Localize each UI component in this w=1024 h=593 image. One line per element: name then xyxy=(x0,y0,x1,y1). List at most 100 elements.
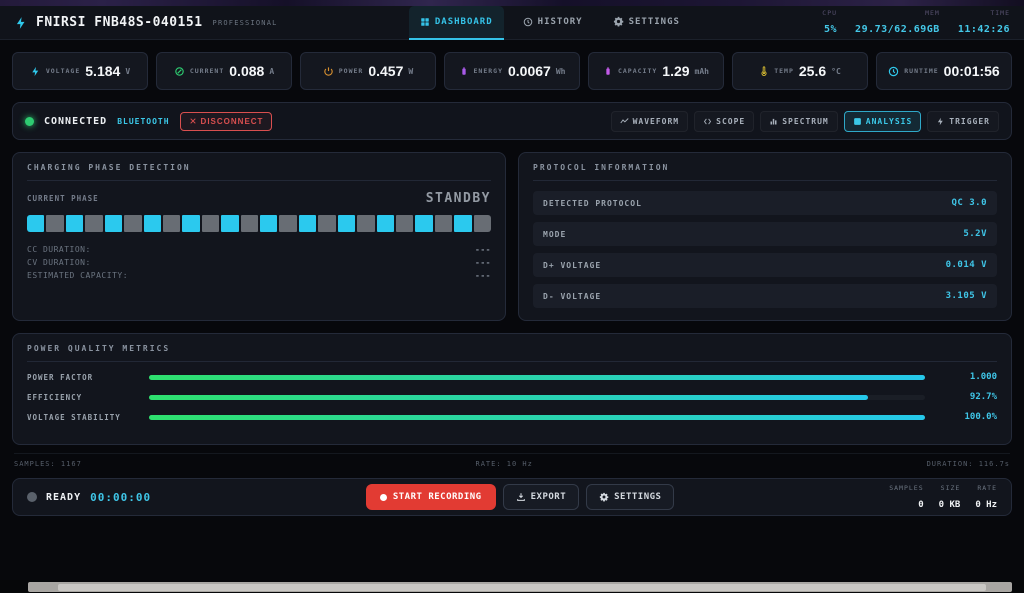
start-recording-button[interactable]: START RECORDING xyxy=(366,484,496,510)
metric-unit: V xyxy=(125,67,130,76)
clock-icon xyxy=(888,66,899,77)
thermometer-icon xyxy=(759,65,769,77)
analysis-icon xyxy=(853,117,862,126)
voltage-stability-row: VOLTAGE STABILITY 100.0% xyxy=(27,412,997,422)
charging-phase-panel: CHARGING PHASE DETECTION CURRENT PHASE S… xyxy=(12,152,506,321)
trigger-button[interactable]: TRIGGER xyxy=(927,111,999,132)
horizontal-scrollbar-thumb[interactable] xyxy=(58,584,986,591)
record-dot-icon xyxy=(380,494,387,501)
export-label: EXPORT xyxy=(531,492,567,502)
close-icon xyxy=(189,117,197,125)
mem-value: 29.73/62.69GB xyxy=(855,24,940,35)
connection-transport: BLUETOOTH xyxy=(117,117,169,126)
recorder-size-value: 0 KB xyxy=(939,500,961,510)
phase-segment-inactive xyxy=(357,215,374,232)
tab-settings[interactable]: SETTINGS xyxy=(602,6,691,40)
phase-segment-inactive xyxy=(202,215,219,232)
settings-label: SETTINGS xyxy=(614,492,661,502)
estimated-capacity-value: --- xyxy=(475,269,491,282)
phase-segment-active xyxy=(105,215,122,232)
recorder-buttons: START RECORDING EXPORT SETTINGS xyxy=(366,484,675,510)
estimated-capacity-label: ESTIMATED CAPACITY: xyxy=(27,269,128,282)
clock-icon xyxy=(523,17,533,27)
view-label: ANALYSIS xyxy=(866,117,913,126)
panel-title: PROTOCOL INFORMATION xyxy=(533,163,997,181)
time-stat: TIME 11:42:26 xyxy=(958,9,1010,36)
cv-duration-label: CV DURATION: xyxy=(27,256,91,269)
efficiency-bar-fill xyxy=(149,395,868,400)
mem-stat: MEM 29.73/62.69GB xyxy=(855,9,940,36)
metric-unit: mAh xyxy=(695,67,709,76)
samples-status: SAMPLES: 1167 xyxy=(14,460,82,468)
voltage-stability-bar xyxy=(149,415,925,420)
connection-status-dot xyxy=(25,117,34,126)
power-factor-row: POWER FACTOR 1.000 xyxy=(27,372,997,382)
recorder-stats: SAMPLES 0 SIZE 0 KB RATE 0 Hz xyxy=(889,484,997,511)
phase-segment-active xyxy=(182,215,199,232)
tab-label: SETTINGS xyxy=(629,17,680,27)
main-tabs: DASHBOARD HISTORY SETTINGS xyxy=(409,6,691,40)
tab-dashboard[interactable]: DASHBOARD xyxy=(409,6,504,40)
metric-unit: W xyxy=(408,67,413,76)
tab-label: HISTORY xyxy=(538,17,583,27)
metric-label: RUNTIME xyxy=(904,67,938,75)
metric-card-power: POWER 0.457 W xyxy=(300,52,436,90)
metric-value: 5.184 xyxy=(85,63,120,79)
rate-status: RATE: 10 Hz xyxy=(476,460,533,468)
dminus-voltage-label: D- VOLTAGE xyxy=(543,292,601,301)
phase-segment-inactive xyxy=(124,215,141,232)
dminus-voltage-row: D- VOLTAGE 3.105 V xyxy=(533,284,997,308)
panel-title: CHARGING PHASE DETECTION xyxy=(27,163,491,181)
scope-button[interactable]: SCOPE xyxy=(694,111,754,132)
disconnect-label: DISCONNECT xyxy=(201,117,264,126)
gear-icon xyxy=(599,492,609,502)
settings-button[interactable]: SETTINGS xyxy=(586,484,674,510)
view-label: TRIGGER xyxy=(949,117,990,126)
spectrum-button[interactable]: SPECTRUM xyxy=(760,111,838,132)
time-label: TIME xyxy=(958,9,1010,17)
recorder-status-group: READY 00:00:00 xyxy=(27,491,151,504)
recorder-size-stat: SIZE 0 KB xyxy=(939,484,961,511)
voltage-stability-label: VOLTAGE STABILITY xyxy=(27,413,135,422)
power-factor-bar-fill xyxy=(149,375,925,380)
mode-row: MODE 5.2V xyxy=(533,222,997,246)
recorder-bar: READY 00:00:00 START RECORDING EXPORT SE… xyxy=(12,478,1012,516)
detected-protocol-label: DETECTED PROTOCOL xyxy=(543,199,642,208)
efficiency-row: EFFICIENCY 92.7% xyxy=(27,392,997,402)
export-button[interactable]: EXPORT xyxy=(503,484,580,510)
dplus-voltage-row: D+ VOLTAGE 0.014 V xyxy=(533,253,997,277)
recorder-rate-value: 0 Hz xyxy=(975,500,997,510)
trigger-bolt-icon xyxy=(936,117,945,126)
metric-unit: Wh xyxy=(556,67,566,76)
horizontal-scrollbar-track[interactable] xyxy=(28,582,1012,592)
metric-card-current: CURRENT 0.088 A xyxy=(156,52,292,90)
recorder-rate-stat: RATE 0 Hz xyxy=(975,484,997,511)
phase-segment-active xyxy=(415,215,432,232)
phase-segment-inactive xyxy=(318,215,335,232)
metric-card-energy: ENERGY 0.0067 Wh xyxy=(444,52,580,90)
power-factor-bar xyxy=(149,375,925,380)
tab-history[interactable]: HISTORY xyxy=(512,6,594,40)
phase-segment-active xyxy=(377,215,394,232)
phase-segment-active xyxy=(338,215,355,232)
cpu-stat: CPU 5% xyxy=(822,9,837,36)
voltage-stability-value: 100.0% xyxy=(939,412,997,422)
analysis-button[interactable]: ANALYSIS xyxy=(844,111,922,132)
phase-segment-inactive xyxy=(279,215,296,232)
efficiency-bar xyxy=(149,395,925,400)
dplus-voltage-value: 0.014 V xyxy=(946,260,987,270)
recorder-status-dot xyxy=(27,492,37,502)
phase-segment-active xyxy=(144,215,161,232)
start-recording-label: START RECORDING xyxy=(393,492,482,502)
view-label: SCOPE xyxy=(716,117,745,126)
current-phase-value: STANDBY xyxy=(426,191,491,206)
recorder-status: READY xyxy=(46,492,81,503)
metric-value: 0.088 xyxy=(229,63,264,79)
disconnect-button[interactable]: DISCONNECT xyxy=(180,112,273,131)
dplus-voltage-label: D+ VOLTAGE xyxy=(543,261,601,270)
panel-title: POWER QUALITY METRICS xyxy=(27,344,997,362)
power-icon xyxy=(323,66,334,77)
current-phase-label: CURRENT PHASE xyxy=(27,194,99,203)
phase-segment-active xyxy=(299,215,316,232)
waveform-button[interactable]: WAVEFORM xyxy=(611,111,689,132)
